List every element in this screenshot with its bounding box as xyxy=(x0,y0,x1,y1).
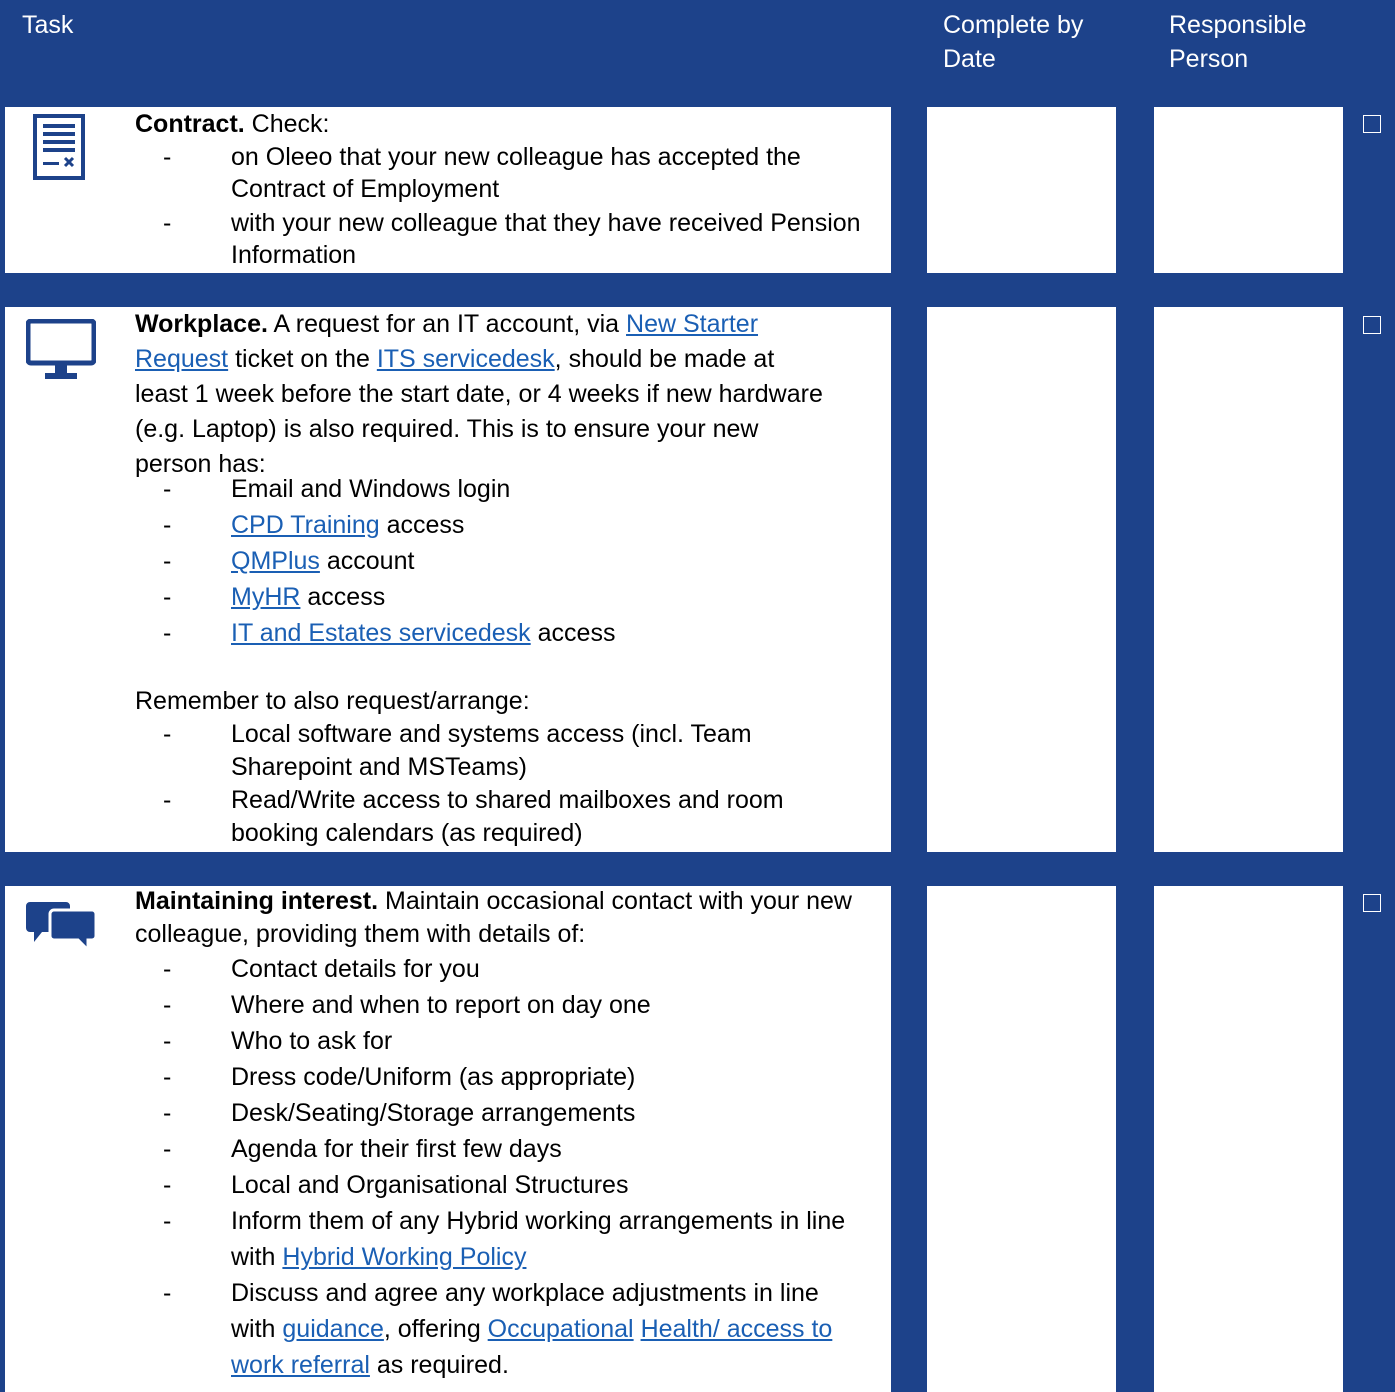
list-item: - IT and Estates servicedesk access xyxy=(135,615,865,651)
text: account xyxy=(319,547,415,575)
link[interactable]: Occupational xyxy=(488,1315,634,1343)
list-item: - on Oleeo that your new colleague has ac… xyxy=(135,141,865,205)
list-item: - CPD Training access xyxy=(135,507,865,543)
bullet-dash: - xyxy=(163,547,172,575)
bullet-dash: - xyxy=(163,1099,172,1127)
header-responsible-label: Responsible Person xyxy=(1169,11,1307,73)
workplace-remember: Remember to also request/arrange: xyxy=(135,687,530,715)
text: Who to ask for xyxy=(231,1027,393,1055)
list-item: - Who to ask for xyxy=(135,1023,865,1059)
checkbox-contract[interactable] xyxy=(1363,115,1381,133)
workplace-heading: Workplace. A request for an IT account, … xyxy=(135,307,825,482)
header-responsible: Responsible Person xyxy=(1169,8,1349,76)
text: Dress code/Uniform (as appropriate) xyxy=(231,1063,636,1091)
person-cell-workplace[interactable] xyxy=(1154,307,1343,852)
text: , offering xyxy=(383,1315,488,1343)
contract-intro: Check: xyxy=(244,110,330,138)
bullet-dash: - xyxy=(163,209,172,237)
text: Read/Write access to shared mailboxes an… xyxy=(231,786,784,847)
bullet-dash: - xyxy=(163,143,172,171)
checkbox-workplace[interactable] xyxy=(1363,316,1381,334)
text: Where and when to report on day one xyxy=(231,991,651,1019)
text: access xyxy=(530,619,616,647)
bullet-dash: - xyxy=(163,619,172,647)
link[interactable]: Hybrid Working Policy xyxy=(282,1243,526,1271)
bullet-dash: - xyxy=(163,786,172,814)
list-item: - Desk/Seating/Storage arrangements xyxy=(135,1095,865,1131)
workplace-bullets-2: - Local software and systems access (incl… xyxy=(135,718,865,850)
list-item: - Email and Windows login xyxy=(135,471,865,507)
list-item: - Inform them of any Hybrid working arran… xyxy=(135,1203,865,1275)
text: Local software and systems access (incl.… xyxy=(231,720,752,781)
contract-icon xyxy=(33,114,85,180)
text: Email and Windows login xyxy=(231,475,511,503)
header-task: Task xyxy=(22,11,74,39)
workplace-title: Workplace. xyxy=(135,310,268,338)
text: access xyxy=(300,583,386,611)
bullet-dash: - xyxy=(163,511,172,539)
list-item: - QMPlus account xyxy=(135,543,865,579)
link[interactable]: guidance xyxy=(282,1315,383,1343)
bullet-dash: - xyxy=(163,720,172,748)
bullet-dash: - xyxy=(163,475,172,503)
bullet-dash: - xyxy=(163,991,172,1019)
contract-bullets: - on Oleeo that your new colleague has ac… xyxy=(135,141,865,271)
text: A request for an IT account, via xyxy=(273,310,627,338)
link[interactable]: ITS servicedesk xyxy=(377,345,555,373)
bullet-dash: - xyxy=(163,1207,172,1235)
list-item: - Where and when to report on day one xyxy=(135,987,865,1023)
bullet-dash: - xyxy=(163,955,172,983)
bullet-dash: - xyxy=(163,1027,172,1055)
list-item: - Contact details for you xyxy=(135,951,865,987)
list-item: - with your new colleague that they have … xyxy=(135,207,865,271)
list-item: - Local and Organisational Structures xyxy=(135,1167,865,1203)
link[interactable]: MyHR xyxy=(231,583,300,611)
list-item: - Agenda for their first few days xyxy=(135,1131,865,1167)
header-complete-by-label: Complete by Date xyxy=(943,11,1084,73)
person-cell-maintaining[interactable] xyxy=(1154,886,1343,1392)
text: ticket on the xyxy=(228,345,377,373)
bullet-dash: - xyxy=(163,1135,172,1163)
maintaining-heading: Maintaining interest. Maintain occasiona… xyxy=(135,885,865,951)
link[interactable]: QMPlus xyxy=(231,547,320,575)
bullet-dash: - xyxy=(163,583,172,611)
workplace-bullets: - Email and Windows login - CPD Training ac… xyxy=(135,471,865,651)
text: with your new colleague that they have r… xyxy=(231,209,861,269)
link[interactable]: IT and Estates servicedesk xyxy=(231,619,531,647)
list-item: - Dress code/Uniform (as appropriate) xyxy=(135,1059,865,1095)
bullet-dash: - xyxy=(163,1279,172,1307)
text: access xyxy=(379,511,465,539)
text: Local and Organisational Structures xyxy=(231,1171,629,1199)
text xyxy=(634,1315,641,1343)
date-cell-workplace[interactable] xyxy=(927,307,1116,852)
chat-bubbles-icon xyxy=(26,902,96,952)
bullet-dash: - xyxy=(163,1171,172,1199)
maintaining-bullets: - Contact details for you - Where and when … xyxy=(135,951,865,1383)
list-item: - Read/Write access to shared mailboxes a… xyxy=(135,784,865,850)
text: Desk/Seating/Storage arrangements xyxy=(231,1099,636,1127)
monitor-icon xyxy=(26,319,96,379)
bullet-dash: - xyxy=(163,1063,172,1091)
date-cell-maintaining[interactable] xyxy=(927,886,1116,1392)
list-item: - Discuss and agree any workplace adjustm… xyxy=(135,1275,865,1383)
person-cell-contract[interactable] xyxy=(1154,107,1343,273)
header-complete-by: Complete by Date xyxy=(943,8,1123,76)
text: Contact details for you xyxy=(231,955,480,983)
link[interactable]: CPD Training xyxy=(231,511,380,539)
text: on Oleeo that your new colleague has acc… xyxy=(231,143,801,203)
checkbox-maintaining[interactable] xyxy=(1363,894,1381,912)
text: Agenda for their first few days xyxy=(231,1135,562,1163)
date-cell-contract[interactable] xyxy=(927,107,1116,273)
list-item: - MyHR access xyxy=(135,579,865,615)
maintaining-title: Maintaining interest. xyxy=(135,887,379,915)
list-item: - Local software and systems access (incl… xyxy=(135,718,865,784)
text: as required. xyxy=(369,1351,509,1379)
contract-heading: Contract. Check: xyxy=(135,108,865,141)
contract-title: Contract. xyxy=(135,110,245,138)
